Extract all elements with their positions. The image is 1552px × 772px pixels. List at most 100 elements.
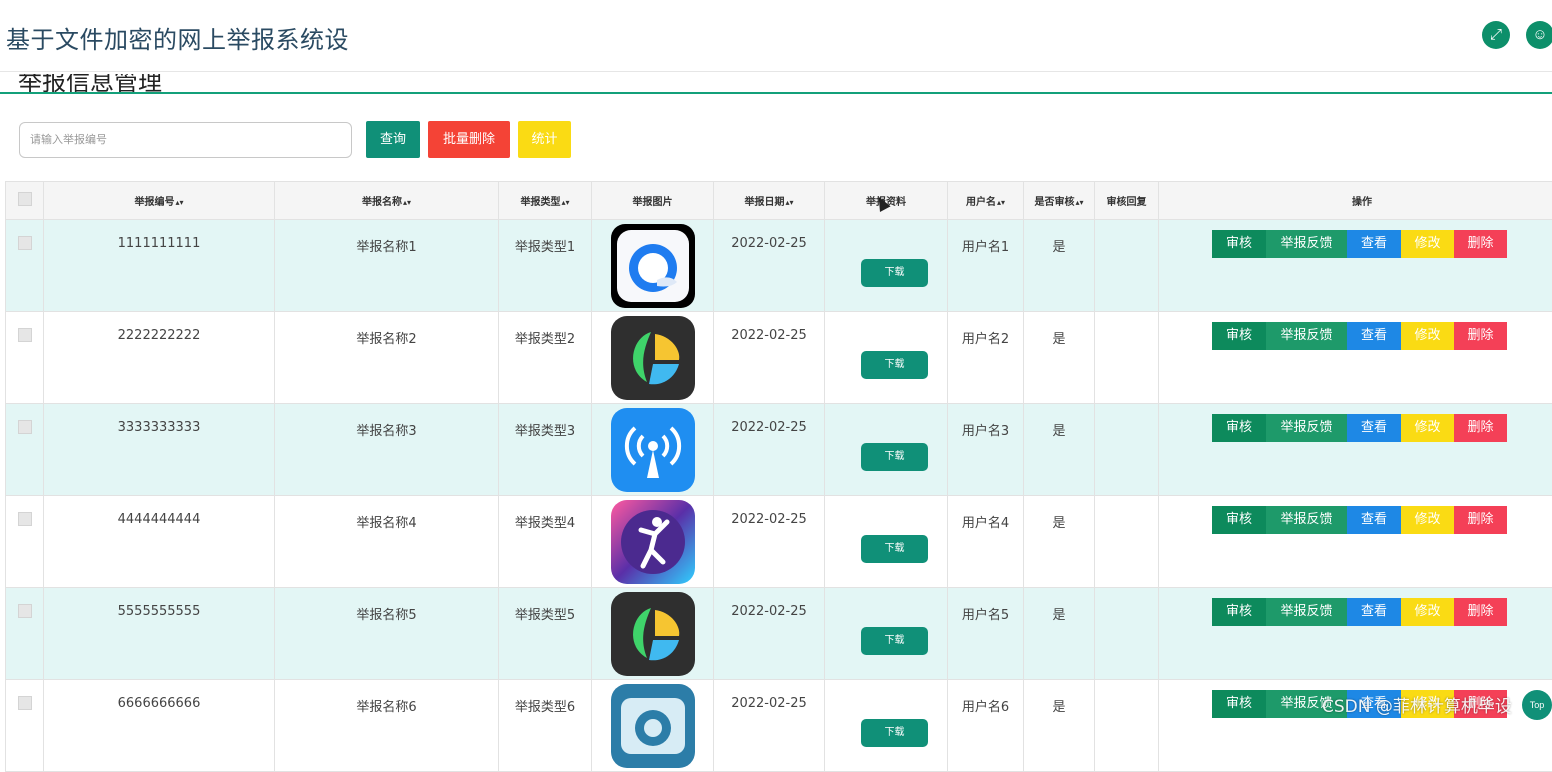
actions-cell: 审核举报反馈查看修改删除 bbox=[1159, 588, 1552, 680]
sort-icon[interactable]: ▴▾ bbox=[561, 198, 569, 207]
view-button[interactable]: 查看 bbox=[1347, 414, 1401, 442]
report-table: 举报编号▴▾ 举报名称▴▾ 举报类型▴▾ 举报图片 举报日期▴▾ 举报资料 用户… bbox=[5, 181, 1552, 772]
report-id-cell: 1111111111 bbox=[44, 220, 275, 312]
download-button[interactable]: 下载 bbox=[861, 535, 928, 563]
download-button[interactable]: 下载 bbox=[861, 259, 928, 287]
report-file-cell: 下载 bbox=[825, 588, 948, 680]
column-header-type[interactable]: 举报类型▴▾ bbox=[499, 182, 592, 220]
stats-button[interactable]: 统计 bbox=[518, 121, 571, 158]
report-type-cell: 举报类型5 bbox=[499, 588, 592, 680]
dancer-app-icon[interactable] bbox=[611, 500, 695, 584]
report-name-cell: 举报名称3 bbox=[275, 404, 499, 496]
delete-button[interactable]: 删除 bbox=[1454, 230, 1507, 258]
row-select-cell[interactable] bbox=[6, 496, 44, 588]
wifi-signal-icon[interactable] bbox=[611, 408, 695, 492]
view-button[interactable]: 查看 bbox=[1347, 598, 1401, 626]
audit-reply-cell bbox=[1095, 220, 1159, 312]
audit-button[interactable]: 审核 bbox=[1212, 414, 1266, 442]
delete-button[interactable]: 删除 bbox=[1454, 506, 1507, 534]
actions-cell: 审核举报反馈查看修改删除 bbox=[1159, 220, 1552, 312]
download-button[interactable]: 下载 bbox=[861, 443, 928, 471]
audit-reply-cell bbox=[1095, 312, 1159, 404]
sort-icon[interactable]: ▴▾ bbox=[1075, 198, 1083, 207]
user-icon[interactable]: ☺ bbox=[1526, 21, 1552, 49]
audited-cell: 是 bbox=[1024, 680, 1095, 772]
leaf-app-icon[interactable] bbox=[611, 316, 695, 400]
report-name-cell: 举报名称5 bbox=[275, 588, 499, 680]
row-actions: 审核举报反馈查看修改删除 bbox=[1212, 322, 1552, 350]
batch-delete-button[interactable]: 批量删除 bbox=[428, 121, 510, 158]
camera-app-icon[interactable] bbox=[611, 684, 695, 768]
sort-icon[interactable]: ▴▾ bbox=[785, 198, 793, 207]
row-select-cell[interactable] bbox=[6, 680, 44, 772]
report-type-cell: 举报类型3 bbox=[499, 404, 592, 496]
username-cell: 用户名2 bbox=[948, 312, 1024, 404]
watermark: CSDN @菲林计算机毕设 bbox=[1322, 692, 1512, 717]
audit-button[interactable]: 审核 bbox=[1212, 598, 1266, 626]
audit-button[interactable]: 审核 bbox=[1212, 690, 1266, 718]
row-checkbox[interactable] bbox=[18, 512, 32, 526]
row-checkbox[interactable] bbox=[18, 328, 32, 342]
search-input[interactable] bbox=[19, 122, 352, 158]
username-cell: 用户名5 bbox=[948, 588, 1024, 680]
audit-button[interactable]: 审核 bbox=[1212, 322, 1266, 350]
column-header-name[interactable]: 举报名称▴▾ bbox=[275, 182, 499, 220]
report-date-cell: 2022-02-25 bbox=[714, 404, 825, 496]
feedback-button[interactable]: 举报反馈 bbox=[1266, 322, 1347, 350]
sort-icon[interactable]: ▴▾ bbox=[175, 198, 183, 207]
view-button[interactable]: 查看 bbox=[1347, 230, 1401, 258]
report-date-cell: 2022-02-25 bbox=[714, 312, 825, 404]
actions-cell: 审核举报反馈查看修改删除 bbox=[1159, 404, 1552, 496]
back-to-top-button[interactable]: Top bbox=[1522, 690, 1552, 720]
edit-button[interactable]: 修改 bbox=[1401, 414, 1454, 442]
edit-button[interactable]: 修改 bbox=[1401, 230, 1454, 258]
audited-cell: 是 bbox=[1024, 496, 1095, 588]
delete-button[interactable]: 删除 bbox=[1454, 598, 1507, 626]
feedback-button[interactable]: 举报反馈 bbox=[1266, 506, 1347, 534]
delete-button[interactable]: 删除 bbox=[1454, 414, 1507, 442]
table-row: 2222222222举报名称2举报类型22022-02-25下载用户名2是审核举… bbox=[6, 312, 1552, 404]
feedback-button[interactable]: 举报反馈 bbox=[1266, 414, 1347, 442]
audit-button[interactable]: 审核 bbox=[1212, 230, 1266, 258]
expand-icon[interactable]: ⤢ bbox=[1482, 21, 1510, 49]
download-button[interactable]: 下载 bbox=[861, 351, 928, 379]
row-select-cell[interactable] bbox=[6, 312, 44, 404]
table-row: 6666666666举报名称6举报类型62022-02-25下载用户名6是审核举… bbox=[6, 680, 1552, 772]
row-checkbox[interactable] bbox=[18, 420, 32, 434]
download-button[interactable]: 下载 bbox=[861, 719, 928, 747]
report-image-cell bbox=[592, 680, 714, 772]
download-button[interactable]: 下载 bbox=[861, 627, 928, 655]
edit-button[interactable]: 修改 bbox=[1401, 598, 1454, 626]
column-header-user[interactable]: 用户名▴▾ bbox=[948, 182, 1024, 220]
edit-button[interactable]: 修改 bbox=[1401, 322, 1454, 350]
feedback-button[interactable]: 举报反馈 bbox=[1266, 230, 1347, 258]
row-select-cell[interactable] bbox=[6, 220, 44, 312]
audited-cell: 是 bbox=[1024, 404, 1095, 496]
view-button[interactable]: 查看 bbox=[1347, 322, 1401, 350]
column-header-id[interactable]: 举报编号▴▾ bbox=[44, 182, 275, 220]
query-button[interactable]: 查询 bbox=[366, 121, 420, 158]
report-file-cell: 下载 bbox=[825, 312, 948, 404]
select-all-cell[interactable] bbox=[6, 182, 44, 220]
column-header-audited[interactable]: 是否审核▴▾ bbox=[1024, 182, 1095, 220]
row-actions: 审核举报反馈查看修改删除 bbox=[1212, 414, 1552, 442]
row-select-cell[interactable] bbox=[6, 404, 44, 496]
row-checkbox[interactable] bbox=[18, 236, 32, 250]
sort-icon[interactable]: ▴▾ bbox=[403, 198, 411, 207]
edit-button[interactable]: 修改 bbox=[1401, 506, 1454, 534]
audited-cell: 是 bbox=[1024, 588, 1095, 680]
feedback-button[interactable]: 举报反馈 bbox=[1266, 598, 1347, 626]
row-checkbox[interactable] bbox=[18, 604, 32, 618]
delete-button[interactable]: 删除 bbox=[1454, 322, 1507, 350]
view-button[interactable]: 查看 bbox=[1347, 506, 1401, 534]
report-image-cell bbox=[592, 220, 714, 312]
column-header-date[interactable]: 举报日期▴▾ bbox=[714, 182, 825, 220]
row-select-cell[interactable] bbox=[6, 588, 44, 680]
select-all-checkbox[interactable] bbox=[18, 192, 32, 206]
audit-button[interactable]: 审核 bbox=[1212, 506, 1266, 534]
leaf-app-icon[interactable] bbox=[611, 592, 695, 676]
qq-browser-icon[interactable] bbox=[611, 224, 695, 308]
sort-icon[interactable]: ▴▾ bbox=[997, 198, 1005, 207]
report-image-cell bbox=[592, 496, 714, 588]
row-checkbox[interactable] bbox=[18, 696, 32, 710]
